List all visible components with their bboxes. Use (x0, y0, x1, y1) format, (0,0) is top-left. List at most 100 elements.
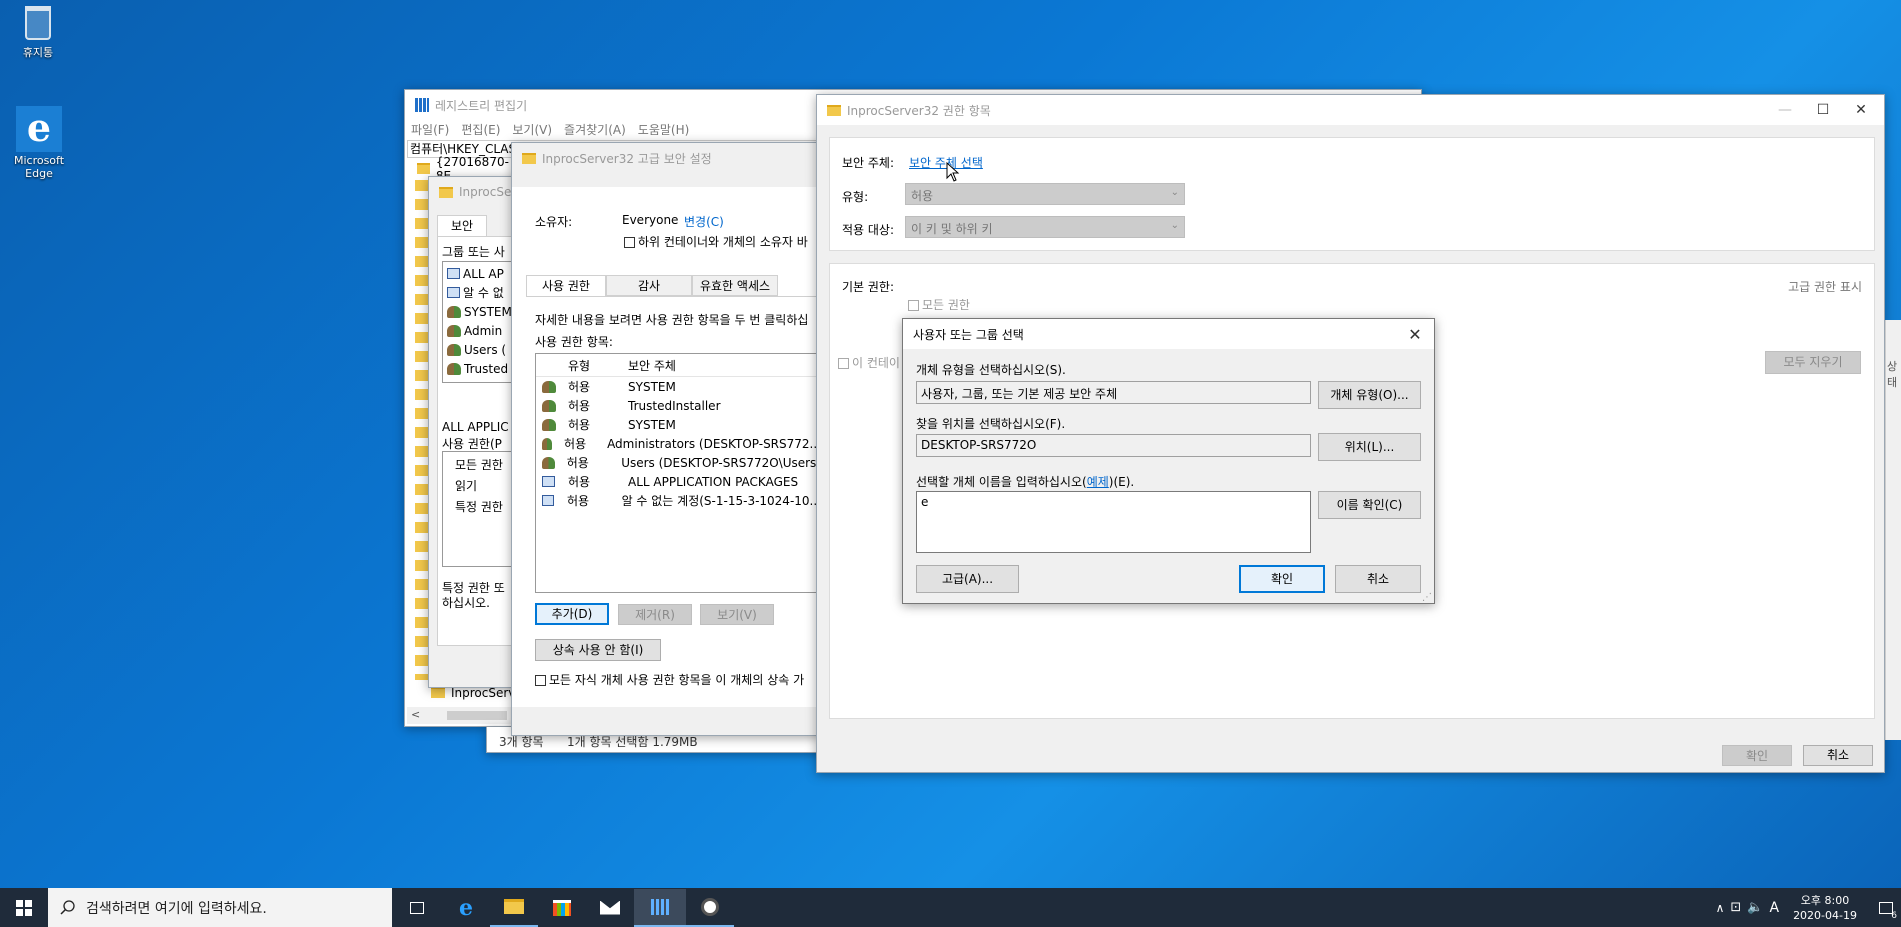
table-row[interactable]: 허용 Users (DESKTOP-SRS772O\Users) (536, 453, 821, 472)
type-label: 유형: (842, 190, 869, 204)
taskbar: 검색하려면 여기에 입력하세요. e ∧ ⊡ 🔈 A 오후 8:00 2020-… (0, 888, 1901, 927)
check-names-button[interactable]: 이름 확인(C) (1318, 491, 1421, 519)
locations-button[interactable]: 위치(L)... (1318, 433, 1421, 461)
disable-inheritance-button[interactable]: 상속 사용 안 함(I) (535, 639, 661, 661)
dialog-cancel-button[interactable]: 취소 (1335, 565, 1421, 593)
advanced-security-title: InprocServer32 고급 보안 설정 (542, 151, 712, 166)
scroll-thumb[interactable] (447, 711, 507, 720)
view-button[interactable]: 보기(V) (700, 604, 774, 625)
object-types-button[interactable]: 개체 유형(O)... (1318, 381, 1421, 409)
ime-indicator[interactable]: A (1769, 900, 1779, 916)
user-icon (542, 399, 556, 412)
remove-button[interactable]: 제거(R) (618, 604, 692, 625)
cancel-button[interactable]: 취소 (1803, 745, 1873, 766)
menu-file[interactable]: 파일(F) (411, 120, 449, 140)
task-view-button[interactable] (392, 889, 442, 927)
desktop-icon-label: Microsoft Edge (13, 154, 65, 180)
tab-security[interactable]: 보안 (437, 215, 487, 237)
taskbar-registry-editor[interactable] (634, 888, 686, 927)
registry-title: 레지스트리 편집기 (435, 98, 528, 113)
permission-entry-titlebar[interactable]: InprocServer32 권한 항목 — ☐ ✕ (817, 95, 1884, 125)
table-row[interactable]: 허용 Administrators (DESKTOP-SRS772... (536, 434, 821, 453)
taskbar-file-explorer[interactable] (490, 889, 538, 927)
show-hidden-icons-icon[interactable]: ∧ (1716, 901, 1725, 915)
dialog-ok-button[interactable]: 확인 (1239, 565, 1325, 593)
owner-label: 소유자: (535, 215, 573, 229)
full-control-checkbox[interactable]: 모든 권한 (908, 296, 970, 313)
permission-entry-title: InprocServer32 권한 항목 (847, 103, 991, 118)
table-row[interactable]: 허용 ALL APPLICATION PACKAGES (536, 472, 821, 491)
permissions-description: 자세한 내용을 보려면 사용 권한 항목을 두 번 클릭하십 (535, 313, 809, 327)
mouse-cursor-icon (946, 162, 960, 182)
object-type-label: 개체 유형을 선택하십시오(S). (916, 363, 1066, 377)
user-icon (447, 343, 461, 356)
taskbar-mail[interactable] (586, 889, 634, 927)
registry-hscrollbar[interactable]: < (407, 707, 517, 724)
table-row[interactable]: 허용 TrustedInstaller (536, 396, 821, 415)
advanced-security-titlebar[interactable]: InprocServer32 고급 보안 설정 (512, 143, 820, 173)
permission-entries-list[interactable]: 유형 보안 주체 허용 SYSTEM 허용 TrustedInstaller 허용 S… (535, 353, 822, 593)
owner-change-link[interactable]: 변경(C) (684, 213, 724, 230)
applies-to-label: 적용 대상: (842, 223, 895, 237)
applies-to-dropdown[interactable]: 이 키 및 하위 키 ⌄ (905, 216, 1185, 238)
resize-grip-icon[interactable]: ⋰ (1422, 592, 1432, 603)
taskbar-app[interactable] (686, 889, 734, 927)
checkbox-icon (624, 237, 635, 248)
replace-child-checkbox[interactable]: 모든 자식 개체 사용 권한 항목을 이 개체의 상속 가 (535, 671, 804, 688)
network-icon[interactable]: ⊡ (1730, 900, 1741, 915)
search-placeholder: 검색하려면 여기에 입력하세요. (86, 900, 267, 917)
table-row[interactable]: 허용 SYSTEM (536, 377, 821, 396)
select-users-title: 사용자 또는 그룹 선택 (913, 327, 1024, 342)
checkbox-icon (838, 358, 849, 369)
add-button[interactable]: 추가(D) (535, 603, 609, 625)
show-advanced-link[interactable]: 고급 권한 표시 (1788, 278, 1862, 295)
ok-button[interactable]: 확인 (1722, 745, 1792, 766)
checkbox-icon (535, 675, 546, 686)
menu-view[interactable]: 보기(V) (512, 120, 552, 140)
clear-all-button[interactable]: 모두 지우기 (1765, 351, 1861, 374)
notification-count: 6 (1891, 911, 1897, 921)
tree-item[interactable]: {27016870-8E (407, 155, 517, 183)
perm-full-control: 모든 권한 (455, 458, 503, 472)
perm-read: 읽기 (455, 479, 478, 493)
taskbar-clock[interactable]: 오후 8:00 2020-04-19 (1793, 893, 1857, 923)
tab-divider (526, 296, 822, 297)
taskbar-edge[interactable]: e (442, 889, 490, 927)
start-button[interactable] (0, 889, 48, 927)
recycle-bin-desktop-icon[interactable]: 휴지통 (8, 6, 68, 66)
column-header-principal[interactable]: 보안 주체 (628, 357, 676, 374)
taskbar-search-box[interactable]: 검색하려면 여기에 입력하세요. (48, 888, 392, 927)
apply-container-checkbox[interactable]: 이 컨테이 (838, 354, 900, 371)
tree-folder-column (415, 180, 429, 680)
volume-icon[interactable]: 🔈 (1747, 900, 1763, 915)
tab-permissions[interactable]: 사용 권한 (526, 275, 606, 297)
user-icon (542, 380, 556, 393)
table-row[interactable]: 허용 알 수 없는 계정(S-1-15-3-1024-10... (536, 491, 821, 510)
menu-help[interactable]: 도움말(H) (638, 120, 690, 140)
select-users-titlebar[interactable]: 사용자 또는 그룹 선택 ✕ (903, 319, 1434, 349)
tab-effective-access[interactable]: 유효한 액세스 (692, 275, 778, 296)
object-names-input[interactable]: e (916, 491, 1311, 553)
taskbar-store[interactable] (538, 889, 586, 927)
type-dropdown[interactable]: 허용 ⌄ (905, 183, 1185, 205)
close-icon[interactable]: ✕ (1396, 325, 1434, 344)
edge-desktop-icon[interactable]: e Microsoft Edge (4, 106, 74, 186)
folder-icon (417, 163, 430, 174)
examples-link[interactable]: 예제 (1087, 475, 1109, 489)
owner-value: Everyone (622, 213, 679, 227)
scroll-left-icon[interactable]: < (411, 708, 420, 721)
chevron-down-icon: ⌄ (1170, 220, 1179, 231)
tab-auditing[interactable]: 감사 (606, 275, 692, 296)
close-icon[interactable]: ✕ (1842, 102, 1880, 118)
table-row[interactable]: 허용 SYSTEM (536, 415, 821, 434)
package-icon (447, 287, 460, 298)
menu-edit[interactable]: 편집(E) (461, 120, 500, 140)
advanced-button[interactable]: 고급(A)... (916, 565, 1019, 593)
column-header-type[interactable]: 유형 (568, 357, 628, 374)
replace-owner-checkbox[interactable]: 하위 컨테이너와 개체의 소유자 바 (624, 233, 808, 250)
menu-favorites[interactable]: 즐겨찾기(A) (564, 120, 626, 140)
action-center-button[interactable]: 6 (1871, 888, 1901, 927)
minimize-icon[interactable]: — (1766, 102, 1804, 118)
maximize-icon[interactable]: ☐ (1804, 102, 1842, 118)
object-type-field: 사용자, 그룹, 또는 기본 제공 보안 주체 (916, 381, 1311, 404)
